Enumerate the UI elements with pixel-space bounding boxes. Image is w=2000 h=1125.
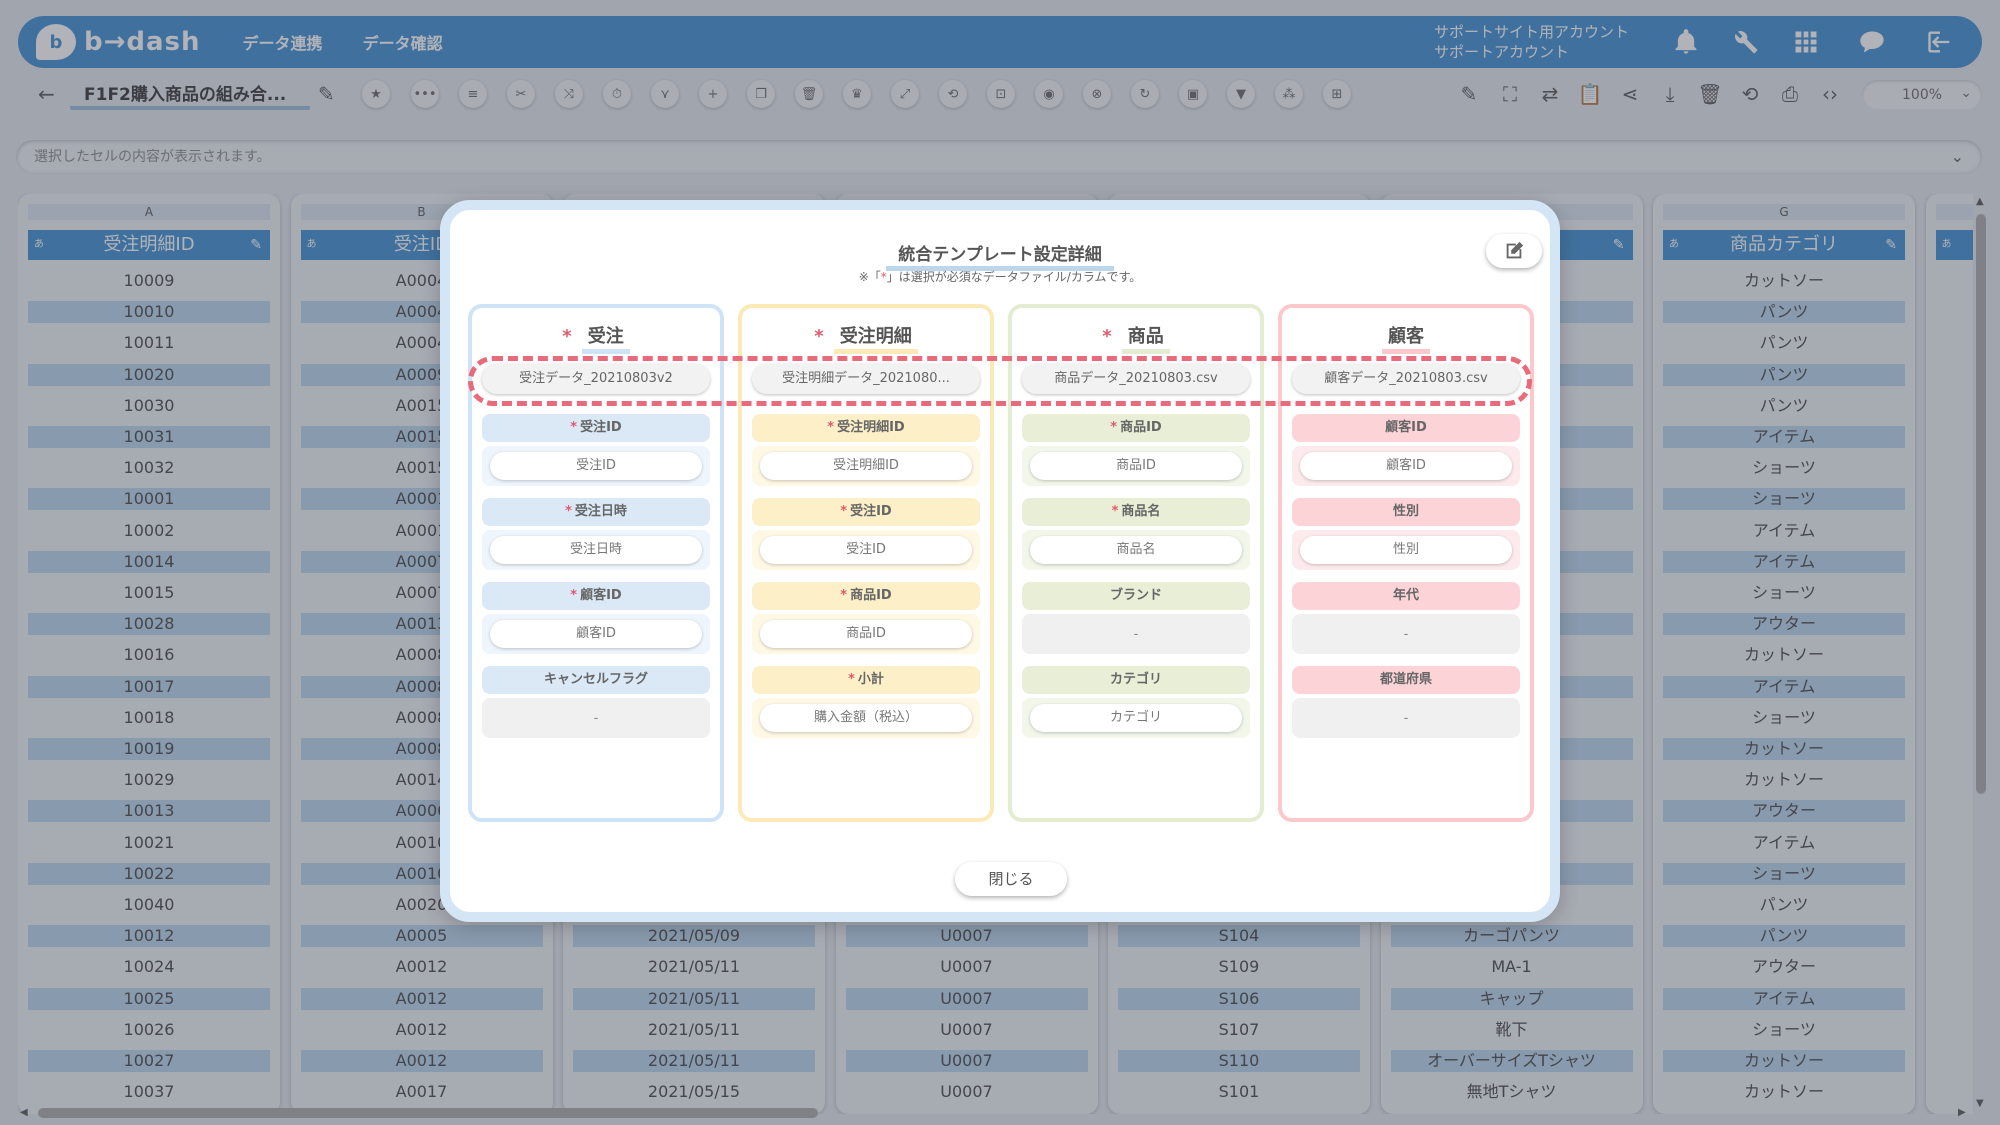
card-title-text: 顧客 [1382,326,1430,354]
required-mark: * [827,420,835,435]
field-label-text: キャンセルフラグ [543,672,648,687]
data-file-select[interactable]: 顧客データ_20210803.csv [1292,364,1520,394]
field-label: * 受注ID [482,414,710,442]
field-label-text: 都道府県 [1379,672,1432,687]
modal-note: ※「*」は選択が必須なデータファイル/カラムです。 [858,270,1142,284]
field-label-text: 商品名 [1121,504,1161,519]
field-label-text: 顧客ID [580,588,622,603]
field-label: ブランド [1022,582,1250,610]
required-mark: * [840,588,848,603]
data-file-select[interactable]: 商品データ_20210803.csv [1022,364,1250,394]
field-label: 顧客ID [1292,414,1520,442]
column-mapping-pill: 受注明細ID [760,452,972,480]
required-mark: * [570,420,578,435]
card-title: * 受注明細 [742,322,990,354]
column-mapping-pill: 購入金額（税込） [760,704,972,732]
required-mark: * [570,588,578,603]
field-label: * 顧客ID [482,582,710,610]
column-mapping-pill: 顧客ID [1300,452,1512,480]
column-mapping-pill: 商品ID [1030,452,1242,480]
column-mapping-value[interactable]: 受注明細ID [752,446,980,486]
column-mapping-pill: 受注ID [760,536,972,564]
field-label-text: 商品ID [1120,420,1162,435]
edit-icon [1506,241,1524,259]
column-mapping-pill: 商品ID [760,620,972,648]
field-label: * 受注日時 [482,498,710,526]
field-label-text: カテゴリ [1109,672,1162,687]
field-label: * 受注明細ID [752,414,980,442]
required-mark: * [814,326,824,347]
column-mapping-pill: 受注ID [490,452,702,480]
field-label: * 商品ID [752,582,980,610]
required-mark: * [565,504,572,519]
field-label-text: 性別 [1392,504,1419,519]
column-mapping-pill: カテゴリ [1030,704,1242,732]
template-detail-modal: 統合テンプレート設定詳細 ※「*」は選択が必須なデータファイル/カラムです。 *… [440,200,1560,922]
column-mapping-value[interactable]: 商品ID [1022,446,1250,486]
column-mapping-value[interactable]: 顧客ID [482,614,710,654]
field-label: 都道府県 [1292,666,1520,694]
card-title: 顧客 [1282,322,1530,354]
field-label-text: 受注明細ID [837,420,905,435]
card-title: * 受注 [472,322,720,354]
field-label: * 商品名 [1022,498,1250,526]
column-mapping-pill: 商品名 [1030,536,1242,564]
column-mapping-value[interactable]: 受注ID [482,446,710,486]
required-mark: * [1110,420,1118,435]
required-mark: * [1102,326,1112,347]
column-mapping-value[interactable]: 商品ID [752,614,980,654]
required-mark: * [562,326,572,347]
field-label-text: ブランド [1109,588,1162,603]
template-card: * 受注明細 受注明細データ_2021080... * 受注明細ID 受注明細ID * 受注I… [738,304,994,822]
field-label: カテゴリ [1022,666,1250,694]
modal-title: 統合テンプレート設定詳細 [450,240,1550,271]
field-label: キャンセルフラグ [482,666,710,694]
template-card: * 受注 受注データ_20210803v2 * 受注ID 受注ID * 受注日時 受注日時 * 顧客… [468,304,724,822]
data-file-select[interactable]: 受注明細データ_2021080... [752,364,980,394]
card-title-text: 受注 [581,326,630,354]
column-mapping-value[interactable]: カテゴリ [1022,698,1250,738]
card-title-text: 商品 [1121,326,1170,354]
template-card: 顧客 顧客データ_20210803.csv 顧客ID 顧客ID 性別 性別 年代 - 都道府県 - [1278,304,1534,822]
field-label-text: 受注ID [850,504,892,519]
field-label: * 小計 [752,666,980,694]
field-label-text: 受注日時 [574,504,627,519]
column-mapping-value[interactable]: - [1292,614,1520,654]
column-mapping-value[interactable]: 受注日時 [482,530,710,570]
field-label-text: 顧客ID [1385,420,1427,435]
required-mark: * [848,672,855,687]
field-label: * 商品ID [1022,414,1250,442]
column-mapping-pill: 顧客ID [490,620,702,648]
column-mapping-pill: 受注日時 [490,536,702,564]
required-mark: * [840,504,848,519]
field-label-text: 年代 [1392,588,1419,603]
card-title: * 商品 [1012,322,1260,354]
column-mapping-value[interactable]: 顧客ID [1292,446,1520,486]
column-mapping-pill: 性別 [1300,536,1512,564]
close-button[interactable]: 閉じる [955,862,1067,896]
required-mark: * [1111,504,1119,519]
column-mapping-value[interactable]: 受注ID [752,530,980,570]
field-label: 性別 [1292,498,1520,526]
field-label: 年代 [1292,582,1520,610]
field-label-text: 小計 [857,672,884,687]
modal-edit-button[interactable] [1486,234,1542,268]
data-file-select[interactable]: 受注データ_20210803v2 [482,364,710,394]
column-mapping-value[interactable]: 性別 [1292,530,1520,570]
field-label-text: 受注ID [580,420,622,435]
card-title-text: 受注明細 [833,326,918,354]
column-mapping-value[interactable]: - [482,698,710,738]
field-label-text: 商品ID [850,588,892,603]
column-mapping-value[interactable]: - [1022,614,1250,654]
column-mapping-value[interactable]: 購入金額（税込） [752,698,980,738]
column-mapping-value[interactable]: 商品名 [1022,530,1250,570]
field-label: * 受注ID [752,498,980,526]
template-card: * 商品 商品データ_20210803.csv * 商品ID 商品ID * 商品名 商品名 ブラン… [1008,304,1264,822]
column-mapping-value[interactable]: - [1292,698,1520,738]
